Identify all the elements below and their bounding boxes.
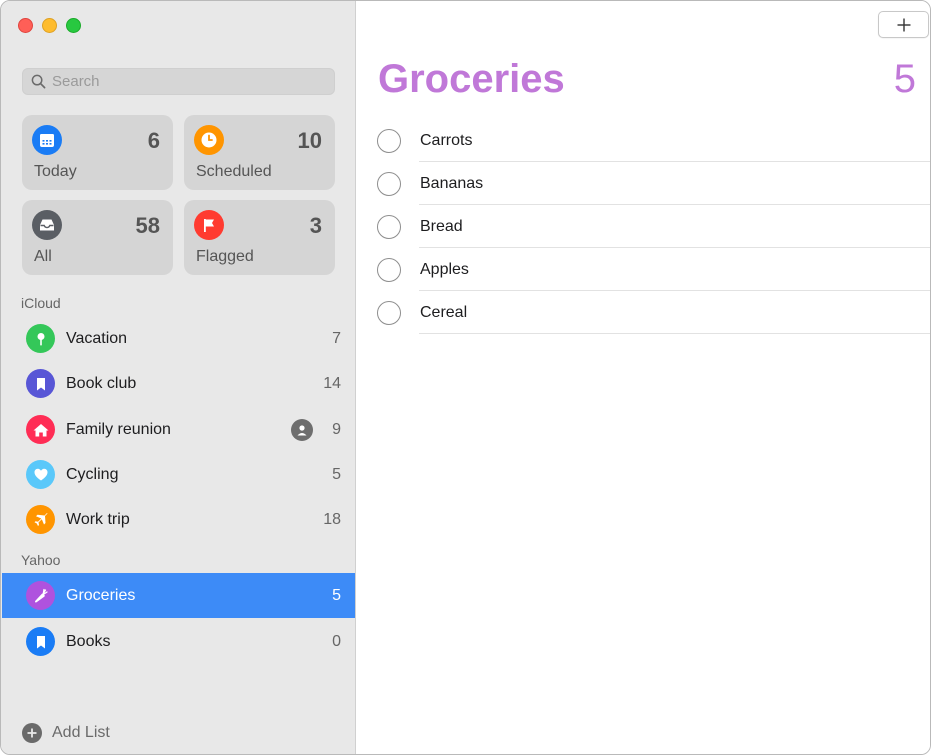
list-item-family-reunion[interactable]: Family reunion 9 — [2, 407, 355, 452]
add-list-button[interactable]: Add List — [22, 723, 110, 743]
list-count: 0 — [332, 632, 341, 650]
list-name: Vacation — [66, 329, 128, 347]
completion-circle[interactable] — [377, 214, 401, 239]
list-count: 5 — [332, 586, 341, 604]
scheduled-label: Scheduled — [196, 163, 272, 180]
reminder-text[interactable]: Apples — [420, 261, 469, 279]
reminder-list: Carrots Bananas Bread Apples Cereal — [356, 119, 930, 334]
flag-icon — [194, 210, 224, 240]
list-item-books[interactable]: Books 0 — [2, 619, 355, 664]
calendar-icon — [32, 125, 62, 155]
smart-list-today[interactable]: 6 Today — [22, 115, 173, 190]
plus-icon — [897, 18, 910, 31]
reminder-text[interactable]: Bananas — [420, 175, 483, 193]
completion-circle[interactable] — [377, 257, 401, 282]
smart-list-scheduled[interactable]: 10 Scheduled — [184, 115, 335, 190]
completion-circle[interactable] — [377, 128, 401, 153]
smart-lists: 6 Today 10 Scheduled 58 All 3 Flagged — [22, 115, 335, 275]
airplane-icon — [26, 505, 55, 534]
list-name: Groceries — [66, 586, 136, 604]
today-count: 6 — [147, 128, 160, 153]
completion-circle[interactable] — [377, 171, 401, 196]
today-label: Today — [34, 163, 77, 180]
section-yahoo: Yahoo — [21, 552, 61, 568]
list-item-book-club[interactable]: Book club 14 — [2, 361, 355, 406]
reminder-item: Bananas — [356, 162, 930, 205]
reminder-text[interactable]: Carrots — [420, 132, 472, 150]
tray-icon — [32, 210, 62, 240]
list-name: Books — [66, 632, 111, 650]
all-label: All — [34, 248, 52, 265]
smart-list-flagged[interactable]: 3 Flagged — [184, 200, 335, 275]
reminder-text[interactable]: Bread — [420, 218, 463, 236]
reminder-item: Apples — [356, 248, 930, 291]
pin-icon — [26, 324, 55, 353]
reminder-item: Carrots — [356, 119, 930, 162]
house-icon — [26, 415, 55, 444]
sidebar: 6 Today 10 Scheduled — [1, 1, 356, 754]
list-item-cycling[interactable]: Cycling 5 — [2, 452, 355, 497]
shared-person-icon — [291, 418, 313, 441]
list-count: 14 — [323, 374, 341, 392]
all-count: 58 — [135, 213, 160, 238]
plus-circle-icon — [22, 723, 42, 743]
scheduled-count: 10 — [297, 128, 322, 153]
add-reminder-button[interactable] — [878, 11, 929, 38]
search-input[interactable] — [52, 73, 322, 90]
flagged-count: 3 — [309, 213, 322, 238]
main-pane: Groceries 5 Carrots Bananas Bread Apples — [356, 1, 930, 754]
reminder-item: Cereal — [356, 291, 930, 334]
close-button[interactable] — [18, 18, 33, 33]
section-icloud: iCloud — [21, 295, 61, 311]
heart-icon — [26, 460, 55, 489]
smart-list-all[interactable]: 58 All — [22, 200, 173, 275]
completion-circle[interactable] — [377, 300, 401, 325]
bookmark-icon — [26, 627, 55, 656]
search-field[interactable] — [22, 68, 335, 95]
bookmark-icon — [26, 369, 55, 398]
divider — [419, 333, 930, 334]
list-count: 9 — [332, 420, 341, 438]
search-icon — [31, 74, 46, 89]
list-count: 5 — [332, 465, 341, 483]
reminder-text[interactable]: Cereal — [420, 304, 467, 322]
list-item-groceries[interactable]: Groceries 5 — [2, 573, 355, 618]
list-count: 18 — [323, 510, 341, 528]
minimize-button[interactable] — [42, 18, 57, 33]
list-title: Groceries — [378, 57, 565, 101]
list-name: Book club — [66, 374, 137, 392]
reminders-window: 6 Today 10 Scheduled — [0, 0, 931, 755]
add-list-label: Add List — [52, 724, 110, 741]
list-item-vacation[interactable]: Vacation 7 — [2, 316, 355, 361]
list-name: Family reunion — [66, 420, 171, 438]
carrot-icon — [26, 581, 55, 610]
zoom-button[interactable] — [66, 18, 81, 33]
list-total-count: 5 — [893, 57, 916, 101]
list-count: 7 — [332, 329, 341, 347]
flagged-label: Flagged — [196, 248, 254, 265]
list-name: Cycling — [66, 465, 119, 483]
window-controls — [18, 18, 81, 33]
clock-icon — [194, 125, 224, 155]
reminder-item: Bread — [356, 205, 930, 248]
list-item-work-trip[interactable]: Work trip 18 — [2, 497, 355, 542]
list-name: Work trip — [66, 510, 130, 528]
